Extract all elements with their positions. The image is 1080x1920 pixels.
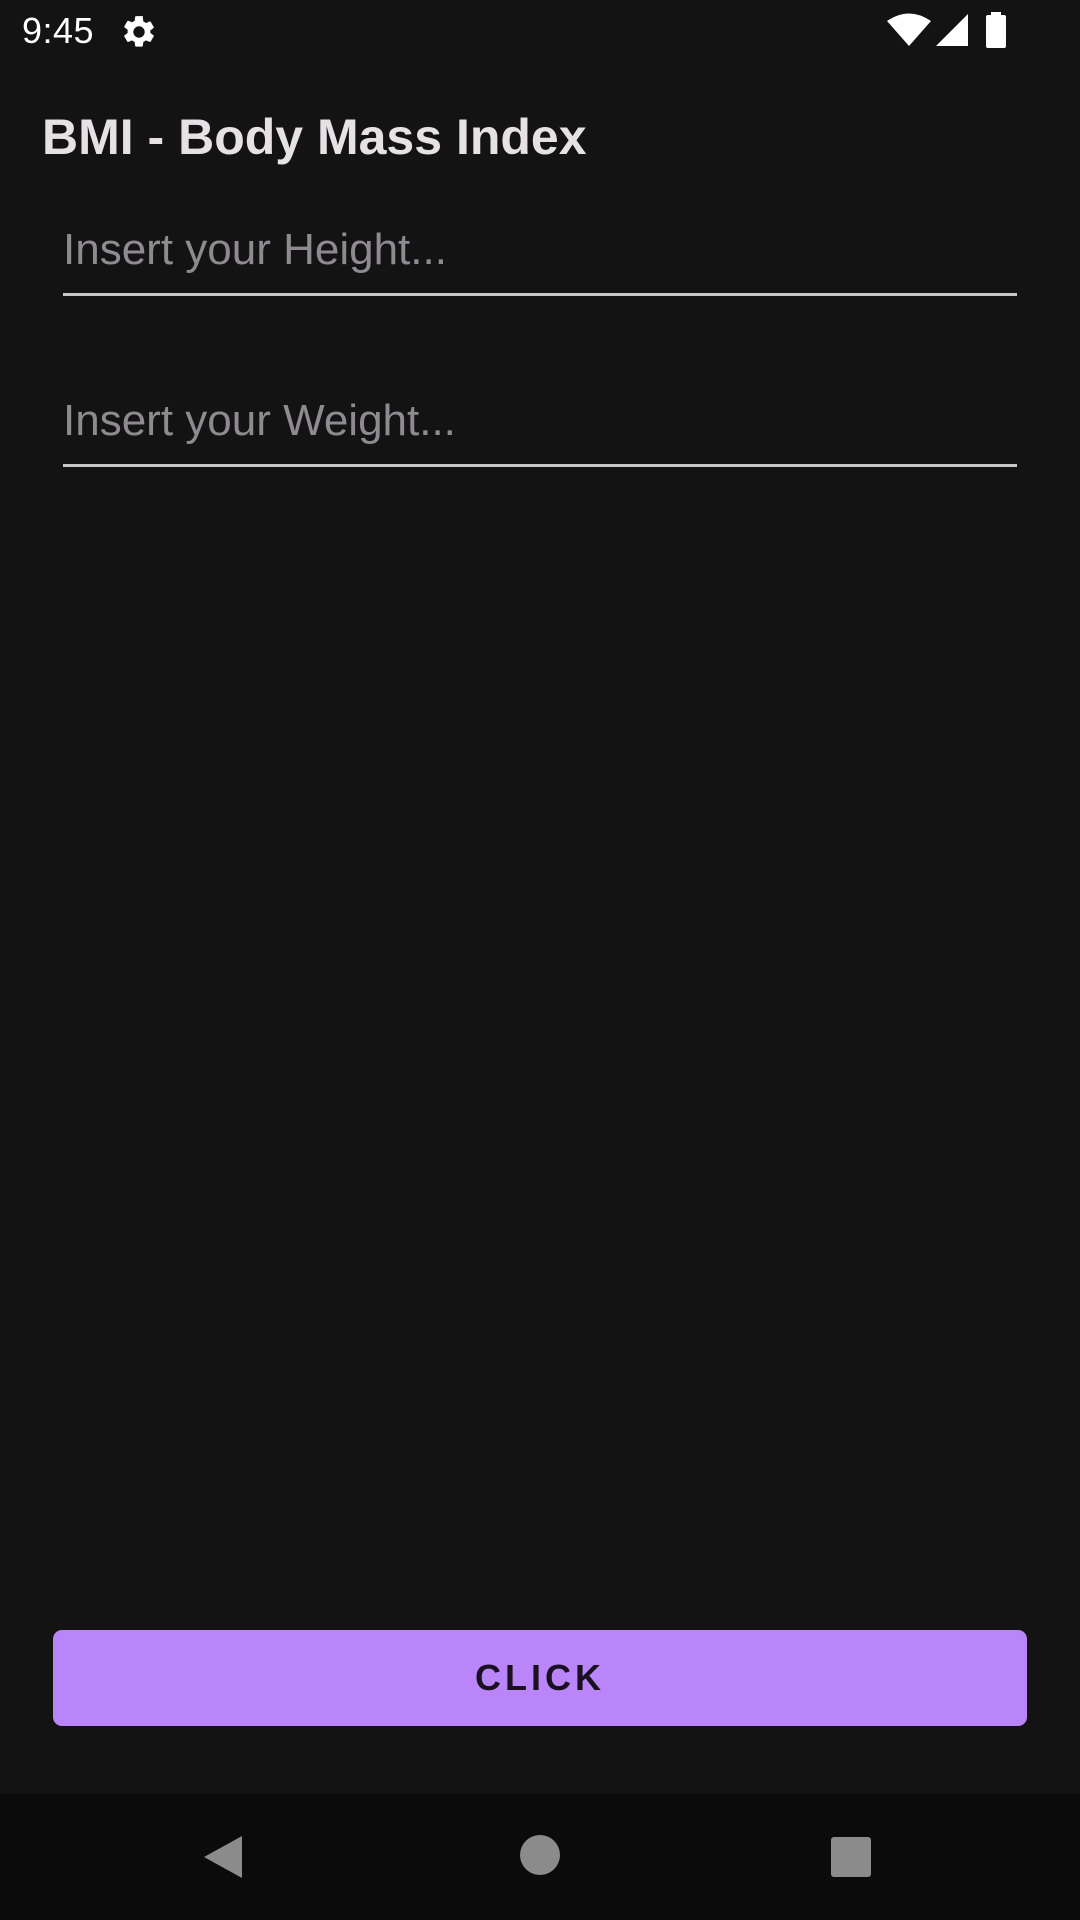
navigation-bar bbox=[0, 1794, 1080, 1920]
height-input[interactable] bbox=[63, 206, 1017, 296]
battery-icon bbox=[986, 12, 1006, 48]
recents-icon[interactable] bbox=[830, 1836, 872, 1878]
back-icon[interactable] bbox=[200, 1834, 246, 1880]
signal-icon bbox=[936, 14, 968, 46]
settings-icon bbox=[124, 16, 154, 47]
wifi-icon bbox=[887, 13, 931, 46]
screen: 9:45 BMI - Body Mass Index CLICK bbox=[0, 0, 1080, 1920]
status-time: 9:45 bbox=[22, 10, 95, 51]
weight-input[interactable] bbox=[63, 377, 1017, 467]
click-button[interactable]: CLICK bbox=[53, 1630, 1027, 1726]
weight-field-container bbox=[63, 377, 1017, 467]
home-icon[interactable] bbox=[519, 1834, 561, 1876]
status-bar: 9:45 bbox=[0, 0, 1080, 64]
page-title: BMI - Body Mass Index bbox=[42, 109, 587, 165]
height-field-container bbox=[63, 206, 1017, 296]
